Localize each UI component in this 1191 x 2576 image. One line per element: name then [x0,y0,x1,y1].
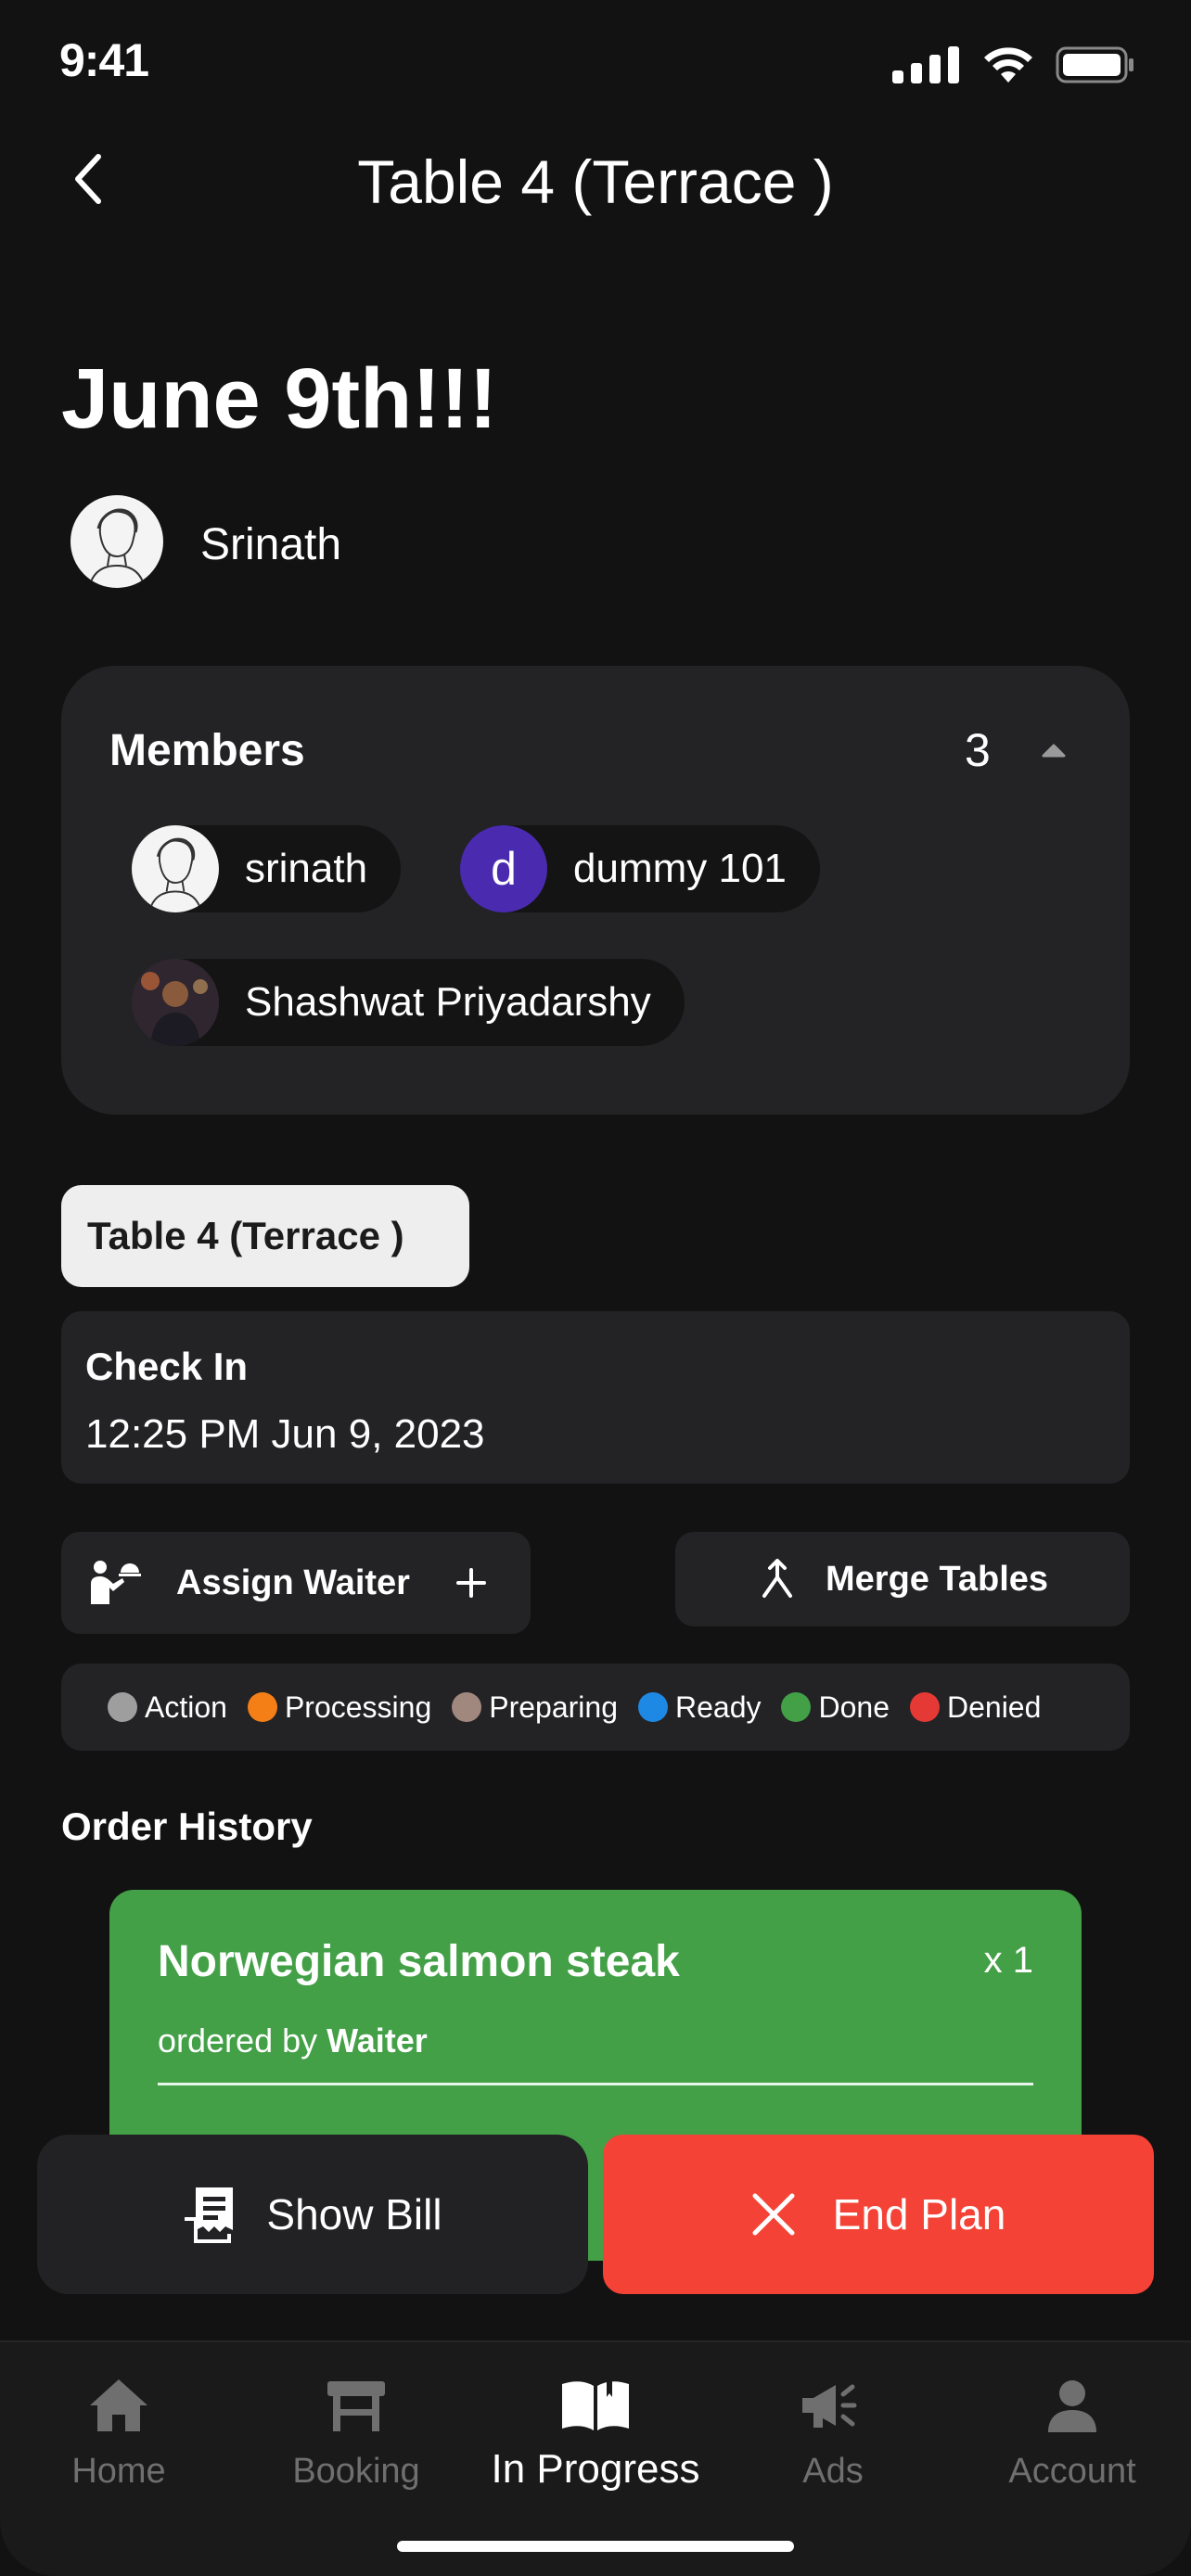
legend-preparing: Preparing [452,1690,618,1725]
member-name: Shashwat Priyadarshy [245,979,651,1025]
owner-name: Srinath [200,520,342,569]
member-chip[interactable]: Shashwat Priyadarshy [132,959,685,1046]
legend-label: Action [145,1690,227,1724]
legend-label: Done [818,1690,890,1724]
back-button[interactable] [59,147,115,211]
legend-label: Ready [674,1690,762,1724]
plus-icon [455,1568,486,1598]
merge-icon [762,1559,792,1598]
members-card: Members 3 srinath d dummy 101 Shashwat P… [61,666,1130,1115]
member-name: srinath [245,846,368,891]
divider [158,2083,1033,2085]
status-dot [909,1692,940,1722]
table-selector[interactable]: Table 4 (Terrace ) [61,1185,469,1287]
status-dot [781,1692,812,1722]
tab-in-progress[interactable]: In Progress [477,2368,714,2493]
legend-label: Denied [946,1690,1042,1724]
end-plan-button[interactable]: End Plan [603,2135,1154,2294]
plan-title: June 9th!!! [61,351,498,446]
battery-icon [1056,46,1133,83]
status-time: 9:41 [59,34,149,86]
order-quantity: x 1 [983,1940,1033,1981]
page-title: Table 4 (Terrace ) [357,147,834,216]
person-icon [1048,2380,1096,2432]
status-dot [452,1692,482,1722]
open-book-icon [562,2378,629,2430]
member-chip[interactable]: srinath [132,825,402,912]
tab-label: In Progress [491,2446,700,2492]
assign-waiter-label: Assign Waiter [176,1562,410,1602]
members-title: Members [109,726,305,775]
status-dot [108,1692,137,1722]
owner-avatar [70,495,163,588]
screen: 9:41 Table 4 (Terrace ) June 9th!!! Srin… [0,0,1191,2576]
close-icon [752,2193,795,2236]
members-collapse-button[interactable] [1035,736,1072,764]
order-item-name: Norwegian salmon steak [158,1937,680,1986]
member-name: dummy 101 [573,846,787,891]
home-indicator [397,2541,794,2552]
member-chip[interactable]: d dummy 101 [460,825,820,912]
order-history-title: Order History [61,1804,313,1848]
tab-account[interactable]: Account [954,2368,1191,2492]
receipt-icon [185,2187,234,2243]
profile-photo-icon [132,959,219,1046]
sketch-portrait-icon [147,837,203,912]
ordered-by-name: Waiter [327,2021,428,2060]
tab-booking[interactable]: Booking [237,2368,475,2492]
legend-denied: Denied [909,1690,1042,1725]
check-in-time: 12:25 PM Jun 9, 2023 [85,1411,485,1457]
megaphone-icon [802,2384,857,2428]
ordered-by-prefix: ordered by [158,2021,318,2060]
merge-tables-button[interactable]: Merge Tables [675,1532,1130,1626]
sketch-portrait-icon [88,508,146,588]
legend-processing: Processing [247,1690,432,1725]
check-in-card: Check In 12:25 PM Jun 9, 2023 [61,1311,1130,1484]
show-bill-button[interactable]: Show Bill [37,2135,588,2294]
chevron-left-icon [75,154,101,204]
assign-waiter-button[interactable]: Assign Waiter [61,1532,531,1634]
member-avatar: d [460,825,547,912]
tab-label: Home [71,2452,166,2491]
tab-label: Account [1008,2452,1136,2491]
legend-ready: Ready [637,1690,762,1725]
table-icon [327,2381,385,2431]
tab-home[interactable]: Home [0,2368,237,2492]
tab-label: Ads [802,2452,864,2491]
merge-tables-label: Merge Tables [826,1559,1049,1599]
legend-action: Action [108,1690,227,1725]
member-avatar [132,959,219,1046]
home-icon [90,2379,147,2431]
tab-label: Booking [292,2452,420,2491]
ordered-by: ordered by Waiter [158,2021,428,2060]
tab-ads[interactable]: Ads [714,2368,952,2492]
members-count: 3 [965,724,991,776]
wifi-icon [984,47,1032,83]
member-avatar [132,825,219,912]
show-bill-label: Show Bill [266,2190,442,2238]
legend-label: Processing [284,1690,432,1724]
end-plan-label: End Plan [832,2190,1006,2238]
status-legend: Action Processing Preparing Ready Done D… [61,1664,1130,1751]
status-dot [637,1692,668,1722]
waiter-icon [91,1561,141,1604]
caret-up-icon [1042,744,1066,758]
check-in-label: Check In [85,1345,249,1388]
signal-icon [892,46,959,83]
legend-label: Preparing [489,1690,618,1724]
legend-done: Done [781,1690,890,1725]
status-dot [247,1692,277,1722]
status-icons [892,45,1135,85]
